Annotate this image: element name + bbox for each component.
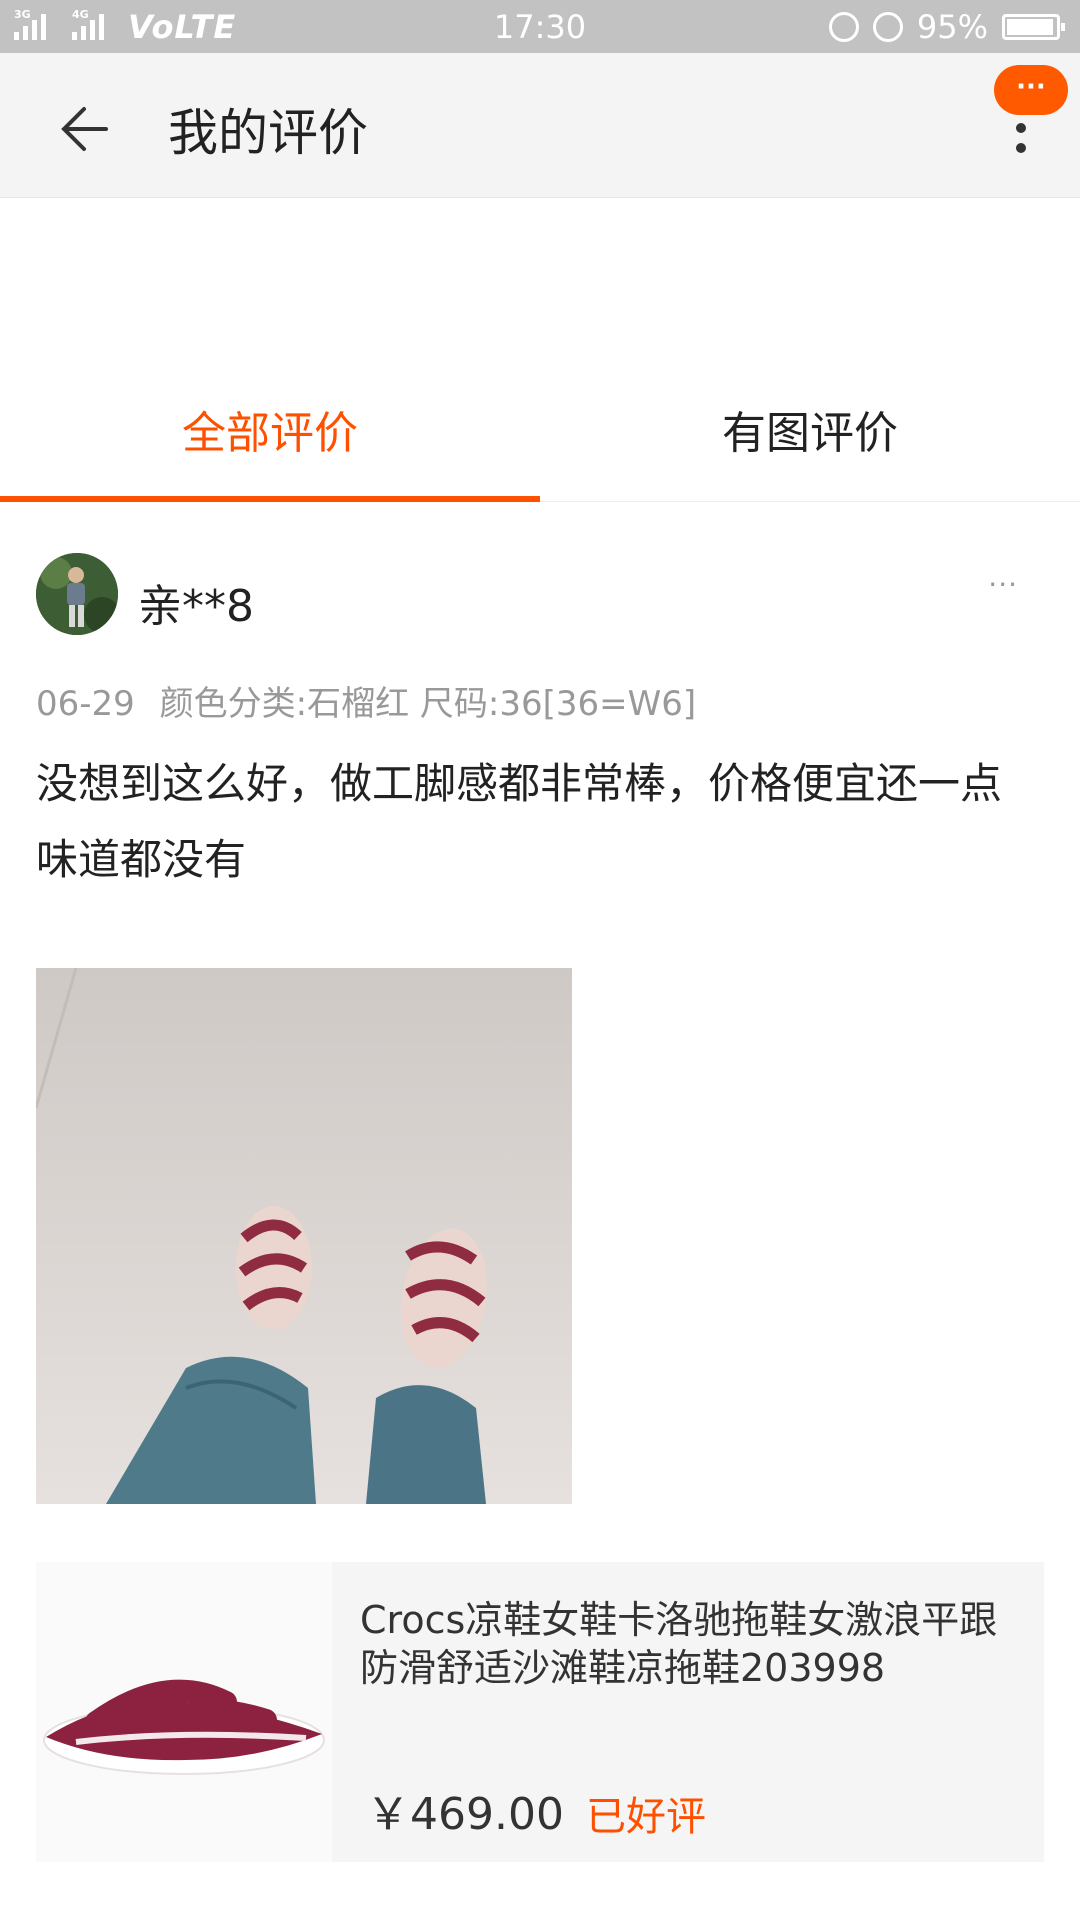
review-text: 没想到这么好，做工脚感都非常棒，价格便宜还一点味道都没有: [36, 759, 1003, 884]
arrow-left-icon: [61, 107, 108, 151]
avatar[interactable]: [36, 553, 118, 635]
battery-percent: 95%: [916, 8, 988, 46]
review-status-label: 已好评: [586, 1794, 706, 1840]
reviewer-name: 亲**8: [138, 581, 254, 632]
product-title: Crocs凉鞋女鞋卡洛驰拖鞋女激浪平跟防滑舒适沙滩鞋凉拖鞋203998: [360, 1598, 998, 1690]
review-tabs: 全部评价 有图评价: [0, 380, 1080, 502]
product-card[interactable]: Crocs凉鞋女鞋卡洛驰拖鞋女激浪平跟防滑舒适沙滩鞋凉拖鞋203998 ￥469…: [36, 1562, 1044, 1862]
review-sku: 颜色分类:石榴红 尺码:36[36=W6]: [159, 684, 697, 724]
tab-photo-reviews[interactable]: 有图评价: [540, 380, 1080, 502]
review-more-button[interactable]: ···: [988, 568, 1018, 601]
alarm-icon: [872, 12, 903, 42]
app-bar: 我的评价 ···: [0, 53, 1080, 198]
page-title: 我的评价: [168, 104, 368, 162]
battery-icon: [1002, 14, 1065, 40]
product-price: ￥469.00: [366, 1789, 564, 1840]
status-bar: 3G 4G VoLTE 17:30 95%: [0, 0, 1080, 53]
tab-all-reviews[interactable]: 全部评价: [0, 380, 540, 502]
rotation-lock-icon: [828, 12, 859, 42]
product-thumbnail: [36, 1562, 332, 1862]
review-date: 06-29: [36, 684, 135, 724]
message-badge[interactable]: ···: [994, 65, 1068, 115]
review-photo[interactable]: [36, 968, 572, 1504]
back-button[interactable]: [50, 97, 114, 161]
review-meta: 06-29 颜色分类:石榴红 尺码:36[36=W6]: [36, 676, 696, 725]
